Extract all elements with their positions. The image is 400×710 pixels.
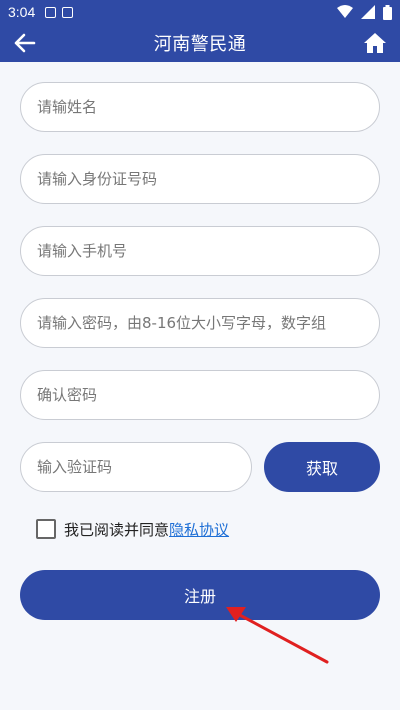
home-icon [364,33,386,53]
verification-code-input[interactable] [37,458,235,476]
wifi-icon [337,5,353,18]
back-button[interactable] [12,30,38,56]
agree-checkbox[interactable] [36,519,56,539]
page-title: 河南警民通 [153,34,247,55]
agree-text: 我已阅读并同意 [64,520,170,539]
agreement-row: 我已阅读并同意隐私协议 [36,518,229,540]
confirm-password-field[interactable] [20,370,380,420]
register-button[interactable]: 注册 [20,570,380,620]
id-number-input[interactable] [37,170,363,188]
phone-input[interactable] [37,242,363,260]
password-field[interactable] [20,298,380,348]
status-time: 3:04 [8,4,36,20]
status-right-icons [337,4,392,20]
password-input[interactable] [37,314,363,332]
name-input[interactable] [37,98,363,116]
get-code-button[interactable]: 获取 [264,442,380,492]
status-bar: 3:04 [0,0,400,24]
confirm-password-input[interactable] [37,386,363,404]
app-notification-icon [62,6,74,18]
privacy-policy-link[interactable]: 隐私协议 [169,521,229,539]
verification-code-field[interactable] [20,442,252,492]
app-bar: 河南警民通 [0,24,400,62]
name-field[interactable] [20,82,380,132]
battery-icon [383,4,392,20]
phone-field[interactable] [20,226,380,276]
home-button[interactable] [362,30,388,56]
id-number-field[interactable] [20,154,380,204]
signal-icon [361,5,375,19]
notification-icons [45,6,74,18]
back-arrow-icon [14,33,36,53]
image-notification-icon [45,6,57,18]
